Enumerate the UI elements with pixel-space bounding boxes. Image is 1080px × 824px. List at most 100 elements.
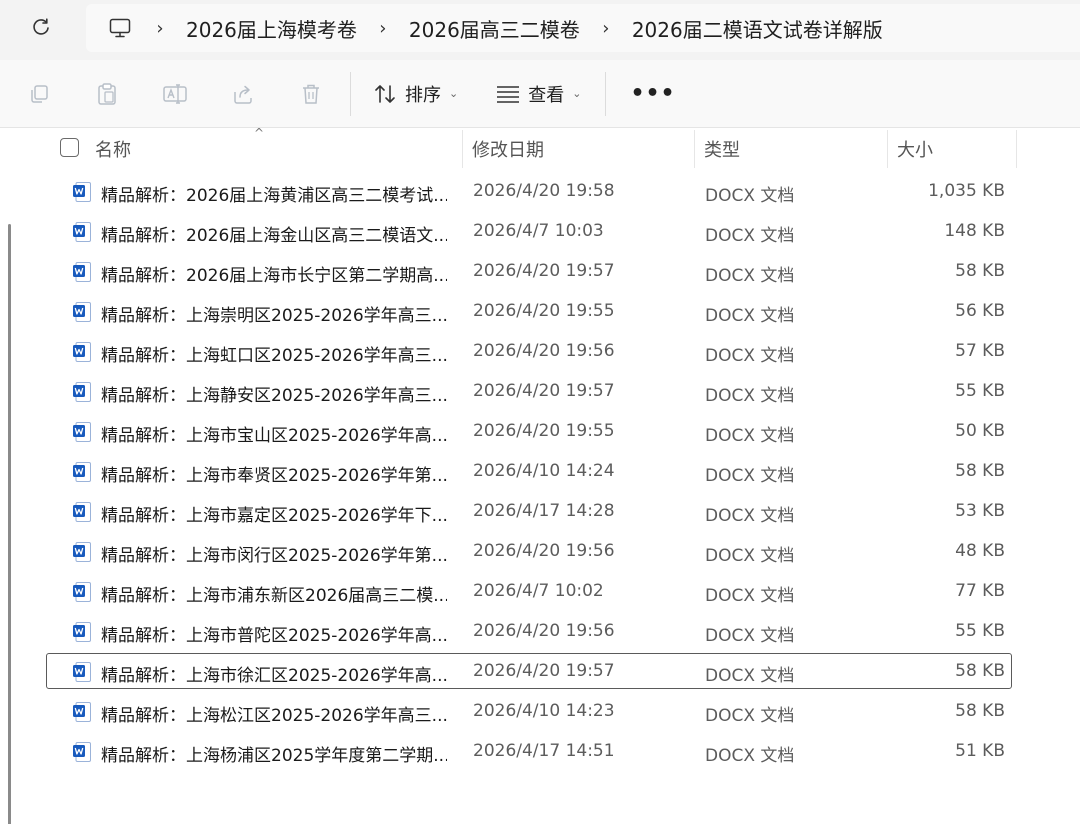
sort-button[interactable]: 排序 ⌄ bbox=[363, 71, 468, 117]
file-row[interactable]: 精品解析：上海市闵行区2025-2026学年第... 2026/4/20 19:5… bbox=[46, 533, 1012, 569]
word-document-icon bbox=[73, 222, 91, 242]
this-pc-button[interactable] bbox=[100, 8, 140, 48]
chevron-right-icon[interactable]: › bbox=[363, 8, 403, 48]
file-type: DOCX 文档 bbox=[705, 306, 795, 326]
chevron-right-icon[interactable]: › bbox=[586, 8, 626, 48]
file-size: 58 KB bbox=[955, 461, 1005, 481]
rename-button[interactable] bbox=[152, 71, 198, 117]
column-divider[interactable] bbox=[694, 130, 695, 168]
share-button[interactable] bbox=[220, 71, 266, 117]
file-size: 148 KB bbox=[944, 221, 1005, 241]
refresh-icon bbox=[33, 18, 49, 35]
column-divider[interactable] bbox=[1016, 130, 1017, 168]
vertical-scrollbar[interactable] bbox=[2, 138, 18, 824]
file-size: 53 KB bbox=[955, 501, 1005, 521]
clipboard-icon bbox=[98, 82, 116, 105]
file-date: 2026/4/10 14:23 bbox=[473, 701, 615, 721]
file-row[interactable]: 精品解析：2026届上海市长宁区第二学期高... 2026/4/20 19:57 D… bbox=[46, 253, 1012, 289]
select-all-checkbox[interactable] bbox=[60, 138, 79, 157]
word-document-icon bbox=[73, 502, 91, 522]
file-date: 2026/4/17 14:28 bbox=[473, 501, 615, 521]
column-divider[interactable] bbox=[462, 130, 463, 168]
word-document-icon bbox=[73, 582, 91, 602]
delete-button[interactable] bbox=[288, 71, 334, 117]
column-divider[interactable] bbox=[887, 130, 888, 168]
file-name: 精品解析：上海市嘉定区2025-2026学年下... bbox=[101, 506, 447, 526]
file-name: 精品解析：上海市宝山区2025-2026学年高... bbox=[101, 426, 447, 446]
scrollbar-thumb[interactable] bbox=[8, 224, 11, 824]
file-row[interactable]: 精品解析：2026届上海金山区高三二模语文... 2026/4/7 10:03 DO… bbox=[46, 213, 1012, 249]
breadcrumb-item-2[interactable]: 2026届高三二模卷 bbox=[403, 14, 586, 43]
file-name: 精品解析：上海市闵行区2025-2026学年第... bbox=[101, 546, 447, 566]
sort-icon bbox=[375, 84, 395, 103]
file-type: DOCX 文档 bbox=[705, 546, 795, 566]
file-type: DOCX 文档 bbox=[705, 266, 795, 286]
breadcrumb-item-3[interactable]: 2026届二模语文试卷详解版 bbox=[626, 14, 889, 43]
trash-icon bbox=[303, 84, 319, 104]
file-date: 2026/4/20 19:57 bbox=[473, 261, 615, 281]
file-row[interactable]: 精品解析：上海静安区2025-2026学年高三... 2026/4/20 19:5… bbox=[46, 373, 1012, 409]
word-document-icon bbox=[73, 182, 91, 202]
word-document-icon bbox=[73, 702, 91, 722]
sort-label: 排序 bbox=[405, 84, 441, 106]
file-row[interactable]: 精品解析：2026届上海黄浦区高三二模考试... 2026/4/20 19:58 D… bbox=[46, 173, 1012, 209]
file-list-area: ^ 名称 修改日期 类型 大小 精品解析：2026届上海黄浦区高三二模考试...… bbox=[0, 126, 1080, 824]
file-size: 55 KB bbox=[955, 621, 1005, 641]
file-size: 55 KB bbox=[955, 381, 1005, 401]
file-row[interactable]: 精品解析：上海崇明区2025-2026学年高三... 2026/4/20 19:5… bbox=[46, 293, 1012, 329]
view-button[interactable]: 查看 ⌄ bbox=[486, 71, 591, 117]
toolbar-divider bbox=[605, 71, 607, 116]
file-row[interactable]: 精品解析：上海松江区2025-2026学年高三... 2026/4/10 14:2… bbox=[46, 693, 1012, 729]
chevron-down-icon: ⌄ bbox=[572, 87, 582, 100]
breadcrumb-item-1[interactable]: 2026届上海模考卷 bbox=[180, 14, 363, 43]
share-icon bbox=[234, 85, 252, 104]
word-document-icon bbox=[73, 262, 91, 282]
view-label: 查看 bbox=[528, 84, 565, 106]
paste-button[interactable] bbox=[84, 71, 130, 117]
word-document-icon bbox=[73, 342, 91, 362]
file-date: 2026/4/20 19:55 bbox=[473, 301, 615, 321]
more-options-button[interactable]: ••• bbox=[616, 81, 689, 106]
file-row[interactable]: 精品解析：上海杨浦区2025学年度第二学期... 2026/4/17 14:51 D… bbox=[46, 733, 1012, 769]
file-name: 精品解析：上海松江区2025-2026学年高三... bbox=[101, 706, 447, 726]
column-header-name[interactable]: 名称 bbox=[95, 136, 131, 162]
file-name: 精品解析：上海市浦东新区2026届高三二模... bbox=[101, 586, 447, 606]
file-name: 精品解析：上海虹口区2025-2026学年高三... bbox=[101, 346, 447, 366]
file-size: 58 KB bbox=[955, 701, 1005, 721]
file-row[interactable]: 精品解析：上海市嘉定区2025-2026学年下... 2026/4/17 14:2… bbox=[46, 493, 1012, 529]
file-row[interactable]: 精品解析：上海虹口区2025-2026学年高三... 2026/4/20 19:5… bbox=[46, 333, 1012, 369]
word-document-icon bbox=[73, 742, 91, 762]
file-row[interactable]: 精品解析：上海市普陀区2025-2026学年高... 2026/4/20 19:5… bbox=[46, 613, 1012, 649]
file-type: DOCX 文档 bbox=[705, 746, 795, 766]
file-date: 2026/4/10 14:24 bbox=[473, 461, 615, 481]
refresh-button[interactable] bbox=[24, 10, 58, 44]
column-header-row: ^ 名称 修改日期 类型 大小 bbox=[0, 126, 1080, 168]
column-header-date[interactable]: 修改日期 bbox=[472, 136, 544, 162]
file-row[interactable]: 精品解析：上海市徐汇区2025-2026学年高... 2026/4/20 19:5… bbox=[46, 653, 1012, 689]
word-document-icon bbox=[73, 542, 91, 562]
word-document-icon bbox=[73, 382, 91, 402]
column-header-type[interactable]: 类型 bbox=[704, 136, 740, 162]
monitor-icon bbox=[109, 18, 131, 38]
file-size: 58 KB bbox=[955, 261, 1005, 281]
file-type: DOCX 文档 bbox=[705, 426, 795, 446]
file-type: DOCX 文档 bbox=[705, 666, 795, 686]
file-type: DOCX 文档 bbox=[705, 506, 795, 526]
word-document-icon bbox=[73, 422, 91, 442]
file-size: 58 KB bbox=[955, 661, 1005, 681]
command-bar: 排序 ⌄ 查看 ⌄ ••• bbox=[0, 60, 1080, 128]
file-row[interactable]: 精品解析：上海市奉贤区2025-2026学年第... 2026/4/10 14:2… bbox=[46, 453, 1012, 489]
file-row[interactable]: 精品解析：上海市宝山区2025-2026学年高... 2026/4/20 19:5… bbox=[46, 413, 1012, 449]
file-row[interactable]: 精品解析：上海市浦东新区2026届高三二模... 2026/4/7 10:02 DO… bbox=[46, 573, 1012, 609]
file-size: 48 KB bbox=[955, 541, 1005, 561]
word-document-icon bbox=[73, 302, 91, 322]
chevron-right-icon[interactable]: › bbox=[140, 8, 180, 48]
file-name: 精品解析：上海市普陀区2025-2026学年高... bbox=[101, 626, 447, 646]
file-name: 精品解析：上海崇明区2025-2026学年高三... bbox=[101, 306, 447, 326]
file-date: 2026/4/20 19:57 bbox=[473, 381, 615, 401]
copy-button[interactable] bbox=[16, 71, 62, 117]
column-header-size[interactable]: 大小 bbox=[897, 136, 933, 162]
file-type: DOCX 文档 bbox=[705, 186, 795, 206]
breadcrumb[interactable]: › 2026届上海模考卷 › 2026届高三二模卷 › 2026届二模语文试卷详… bbox=[86, 4, 1080, 52]
file-date: 2026/4/17 14:51 bbox=[473, 741, 615, 761]
